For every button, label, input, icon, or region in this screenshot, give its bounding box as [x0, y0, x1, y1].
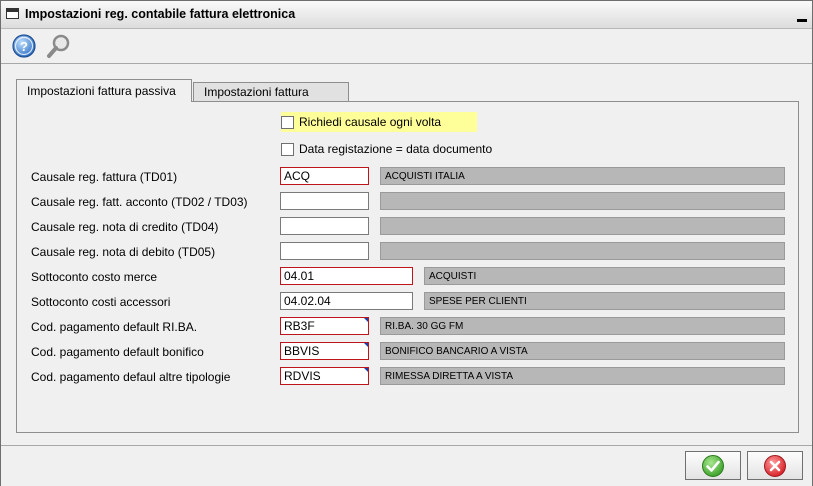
causale-td04-label: Causale reg. nota di credito (TD04): [31, 220, 219, 234]
sottoconto-merce-label: Sottoconto costo merce: [31, 270, 158, 284]
help-icon: ?: [12, 34, 36, 58]
help-button[interactable]: ?: [11, 33, 37, 59]
causale-td05-label: Causale reg. nota di debito (TD05): [31, 245, 216, 259]
sottoconto-accessori-input[interactable]: 04.02.04: [280, 292, 413, 310]
causale-td04-input[interactable]: [280, 217, 369, 235]
causale-td01-input[interactable]: ACQ: [280, 167, 369, 185]
richiedi-causale-checkbox[interactable]: [281, 115, 294, 129]
svg-text:?: ?: [20, 39, 28, 54]
toolbar: ?: [1, 29, 812, 64]
title-bar[interactable]: Impostazioni reg. contabile fattura elet…: [1, 1, 812, 29]
data-registrazione-label: Data registazione = data documento: [299, 142, 493, 156]
causale-td05-description: [380, 242, 785, 260]
pagamento-bonifico-label: Cod. pagamento default bonifico: [31, 345, 204, 359]
causale-td02-td03-label: Causale reg. fatt. acconto (TD02 / TD03): [31, 195, 248, 209]
magnifier-icon: [47, 34, 70, 58]
sottoconto-accessori-description: SPESE PER CLIENTI: [424, 292, 785, 310]
minimize-button[interactable]: [797, 19, 807, 22]
tab-fattura-attiva[interactable]: Impostazioni fattura attiva: [193, 82, 349, 118]
window-icon: [6, 8, 19, 19]
causale-td01-description: ACQUISTI ITALIA: [380, 167, 785, 185]
pagamento-riba-input[interactable]: RB3F: [280, 317, 369, 335]
tab-panel-passiva: Richiedi causale ogni volta Data regista…: [16, 101, 799, 433]
cancel-button[interactable]: [747, 451, 803, 480]
pagamento-bonifico-input[interactable]: BBVIS: [280, 342, 369, 360]
causale-td04-description: [380, 217, 785, 235]
close-icon: [764, 454, 786, 477]
sottoconto-accessori-label: Sottoconto costi accessori: [31, 295, 171, 309]
causale-td05-input[interactable]: [280, 242, 369, 260]
sottoconto-merce-input[interactable]: 04.01: [280, 267, 413, 285]
causale-td02-td03-input[interactable]: [280, 192, 369, 210]
data-registrazione-checkbox[interactable]: [281, 142, 294, 156]
pagamento-altre-label: Cod. pagamento defaul altre tipologie: [31, 370, 231, 384]
search-button[interactable]: [46, 33, 72, 59]
pagamento-riba-description: RI.BA. 30 GG FM: [380, 317, 785, 335]
tab-container: Impostazioni fattura passiva Impostazion…: [16, 77, 799, 433]
dialog-window: Impostazioni reg. contabile fattura elet…: [0, 0, 813, 486]
check-icon: [702, 454, 724, 477]
window-title: Impostazioni reg. contabile fattura elet…: [25, 7, 296, 21]
pagamento-altre-input[interactable]: RDVIS: [280, 367, 369, 385]
richiedi-causale-checkbox-row[interactable]: Richiedi causale ogni volta: [281, 112, 478, 132]
pagamento-altre-description: RIMESSA DIRETTA A VISTA: [380, 367, 785, 385]
footer-bar: [1, 445, 812, 486]
data-registrazione-checkbox-row[interactable]: Data registazione = data documento: [281, 139, 492, 159]
sottoconto-merce-description: ACQUISTI: [424, 267, 785, 285]
pagamento-riba-label: Cod. pagamento default RI.BA.: [31, 320, 198, 334]
confirm-button[interactable]: [685, 451, 741, 480]
pagamento-bonifico-description: BONIFICO BANCARIO A VISTA: [380, 342, 785, 360]
causale-td01-label: Causale reg. fattura (TD01): [31, 170, 178, 184]
richiedi-causale-label: Richiedi causale ogni volta: [299, 115, 442, 129]
tab-fattura-passiva[interactable]: Impostazioni fattura passiva: [16, 79, 192, 102]
causale-td02-td03-description: [380, 192, 785, 210]
